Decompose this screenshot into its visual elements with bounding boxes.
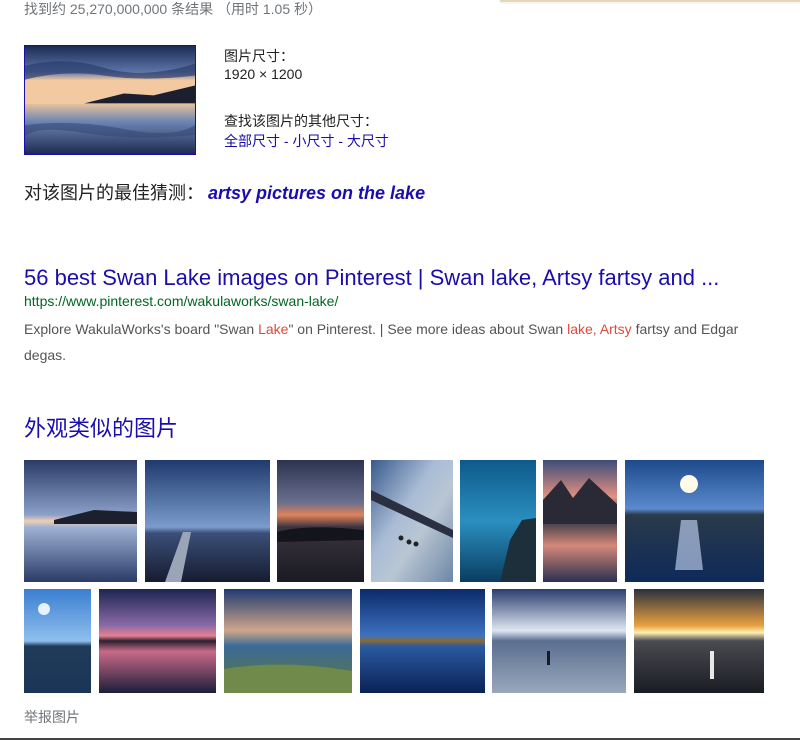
- snippet-highlight: Lake: [258, 321, 289, 337]
- snippet-text: " on Pinterest. | See more ideas about S…: [288, 321, 568, 337]
- person-wading-lake-image: [492, 589, 626, 693]
- blue-sky-lake-image: [24, 589, 91, 693]
- link-separator: -: [334, 133, 347, 149]
- report-image-link[interactable]: 举报图片: [24, 708, 80, 726]
- golden-sunset-lake-image: [634, 589, 764, 693]
- clouds-grass-lake-image: [224, 589, 352, 693]
- large-size-link[interactable]: 大尺寸: [347, 133, 389, 149]
- similar-image-tile[interactable]: [24, 589, 91, 693]
- snippet-highlight: Artsy: [599, 321, 632, 337]
- best-guess: 对该图片的最佳猜测： artsy pictures on the lake: [24, 182, 425, 204]
- snippet-highlight: lake,: [567, 321, 597, 337]
- top-accent-bar: [500, 0, 800, 2]
- lake-reflection-image: [25, 46, 195, 154]
- image-info: 图片尺寸： 1920 × 1200 查找该图片的其他尺寸：: [224, 47, 378, 130]
- result-title-link[interactable]: 56 best Swan Lake images on Pinterest | …: [24, 265, 719, 291]
- query-image-thumbnail[interactable]: [24, 45, 196, 155]
- lake-reflection-dusk-image: [24, 460, 137, 582]
- mountain-lake-sunset-image: [543, 460, 617, 582]
- similar-image-tile[interactable]: [360, 589, 485, 693]
- similar-image-tile[interactable]: [99, 589, 216, 693]
- snippet-text: Explore WakulaWorks's board "Swan: [24, 321, 259, 337]
- blue-lake-shore-image: [460, 460, 536, 582]
- similar-image-tile[interactable]: [460, 460, 536, 582]
- best-guess-label: 对该图片的最佳猜测：: [24, 183, 204, 203]
- link-separator: -: [280, 133, 293, 149]
- all-sizes-link[interactable]: 全部尺寸: [224, 133, 280, 149]
- size-links: 全部尺寸 - 小尺寸 - 大尺寸: [224, 132, 389, 150]
- small-size-link[interactable]: 小尺寸: [292, 133, 334, 149]
- similar-image-tile[interactable]: [277, 460, 364, 582]
- result-url: https://www.pinterest.com/wakulaworks/sw…: [24, 293, 339, 309]
- similar-image-tile[interactable]: [492, 589, 626, 693]
- similar-image-tile[interactable]: [625, 460, 764, 582]
- similar-image-tile[interactable]: [634, 589, 764, 693]
- similar-image-tile[interactable]: [224, 589, 352, 693]
- purple-sunset-lake-image: [99, 589, 216, 693]
- image-size-value: 1920 × 1200: [224, 66, 303, 82]
- sunset-over-lake-image: [277, 460, 364, 582]
- ducks-on-lake-image: [371, 460, 453, 582]
- similar-image-tile[interactable]: [543, 460, 617, 582]
- similar-image-tile[interactable]: [371, 460, 453, 582]
- similar-image-tile[interactable]: [24, 460, 137, 582]
- similar-images-heading[interactable]: 外观类似的图片: [24, 415, 178, 443]
- similar-image-tile[interactable]: [145, 460, 270, 582]
- other-sizes-label: 查找该图片的其他尺寸：: [224, 113, 378, 129]
- boardwalk-lake-image: [145, 460, 270, 582]
- best-guess-query-link[interactable]: artsy pictures on the lake: [208, 183, 425, 203]
- sun-glare-lake-image: [625, 460, 764, 582]
- image-size-label: 图片尺寸：: [224, 48, 294, 64]
- result-snippet: Explore WakulaWorks's board "Swan Lake" …: [24, 316, 784, 368]
- deep-blue-lake-image: [360, 589, 485, 693]
- result-stats: 找到约 25,270,000,000 条结果 （用时 1.05 秒）: [24, 1, 323, 17]
